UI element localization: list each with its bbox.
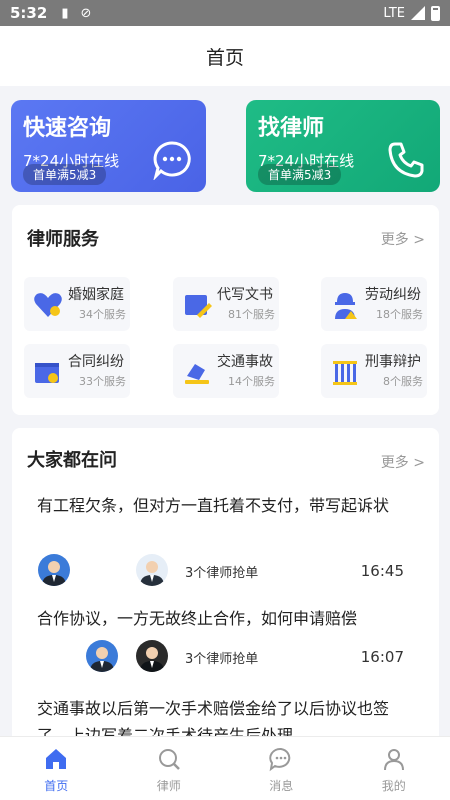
service-contract-dispute[interactable]: 合同纠纷 33个服务 <box>24 344 130 398</box>
contract-icon <box>35 363 59 383</box>
questions-title: 大家都在问 <box>27 450 117 471</box>
service-criminal-defense[interactable]: 刑事辩护 8个服务 <box>321 344 427 398</box>
tab-label: 消息 <box>269 779 294 793</box>
document-pen-icon <box>185 295 212 318</box>
profile-icon <box>383 749 404 771</box>
service-traffic-accident[interactable]: 交通事故 14个服务 <box>173 344 279 398</box>
status-bar: 5:32 ▮ ⊘ LTE <box>0 0 450 26</box>
service-name: 婚姻家庭 <box>68 287 124 303</box>
service-name: 刑事辩护 <box>365 354 421 370</box>
service-labor-dispute[interactable]: 劳动纠纷 18个服务 <box>321 277 427 331</box>
tab-label: 首页 <box>44 779 69 793</box>
service-name: 代写文书 <box>217 287 273 303</box>
signal-icon <box>411 6 425 20</box>
quick-consult-badge: 首单满5减3 <box>23 164 107 185</box>
chat-bubble-icon <box>153 141 191 180</box>
prison-bars-icon <box>333 361 357 385</box>
heart-icon <box>34 293 62 317</box>
tab-label: 我的 <box>381 779 406 793</box>
question-time: 16:07 <box>360 648 404 666</box>
lawyer-services-more-link[interactable]: 更多 > <box>381 229 425 249</box>
battery-icon <box>431 5 440 21</box>
question-text[interactable]: 有工程欠条，但对方一直托着不支付，带写起诉状 <box>37 492 417 519</box>
home-icon <box>46 749 67 769</box>
tab-home[interactable]: 首页 <box>0 737 113 800</box>
avatar <box>86 640 118 672</box>
question-time: 16:45 <box>360 562 404 580</box>
page-title: 首页 <box>205 46 244 69</box>
find-lawyer-card[interactable]: 找律师 7*24小时在线 首单满5减3 <box>246 100 440 192</box>
lawyer-services-title: 律师服务 <box>27 229 99 250</box>
question-meta: 3个律师抢单 <box>185 566 259 581</box>
question-text[interactable]: 合作协议，一方无故终止合作，如何申请赔偿 <box>37 605 417 632</box>
sd-card-icon: ▮ <box>61 5 69 21</box>
service-count: 8个服务 <box>383 375 423 388</box>
message-icon <box>269 747 291 772</box>
service-count: 34个服务 <box>79 308 126 321</box>
service-count: 18个服务 <box>376 308 423 321</box>
avatar <box>136 554 168 586</box>
sync-icon: ⊘ <box>80 5 92 21</box>
find-lawyer-title: 找律师 <box>258 116 325 141</box>
tab-label: 律师 <box>156 779 181 793</box>
status-time: 5:32 <box>10 4 48 22</box>
service-count: 81个服务 <box>228 308 275 321</box>
network-type: LTE <box>383 5 405 21</box>
tab-lawyer[interactable]: 律师 <box>113 737 226 800</box>
phone-icon <box>388 142 424 178</box>
tab-messages[interactable]: 消息 <box>225 737 338 800</box>
question-meta: 3个律师抢单 <box>185 652 259 667</box>
tab-profile[interactable]: 我的 <box>338 737 450 800</box>
lawyer-services-panel: 律师服务 更多 > 婚姻家庭 34个服务 代写文书 81个服务 劳动纠纷 18个… <box>12 205 439 415</box>
service-marriage-family[interactable]: 婚姻家庭 34个服务 <box>24 277 130 331</box>
page-header: 首页 <box>0 26 450 86</box>
service-name: 交通事故 <box>217 354 273 370</box>
avatar <box>136 640 168 672</box>
quick-consult-title: 快速咨询 <box>23 116 112 141</box>
service-document-writing[interactable]: 代写文书 81个服务 <box>173 277 279 331</box>
find-lawyer-badge: 首单满5减3 <box>258 164 342 185</box>
car-accident-icon <box>185 364 209 384</box>
service-name: 劳动纠纷 <box>365 287 421 303</box>
service-count: 14个服务 <box>228 375 275 388</box>
service-name: 合同纠纷 <box>68 354 124 370</box>
worker-icon <box>335 293 357 319</box>
lawyer-search-icon <box>158 749 180 770</box>
avatar <box>38 554 70 586</box>
quick-consult-card[interactable]: 快速咨询 7*24小时在线 首单满5减3 <box>11 100 206 192</box>
bottom-tab-bar: 首页 律师 消息 我的 <box>0 736 450 800</box>
service-count: 33个服务 <box>79 375 126 388</box>
question-text[interactable]: 交通事故以后第一次手术赔偿金给了以后协议也签了，上边写着二次手术待产生后处理， <box>37 695 417 736</box>
questions-more-link[interactable]: 更多 > <box>381 452 425 472</box>
